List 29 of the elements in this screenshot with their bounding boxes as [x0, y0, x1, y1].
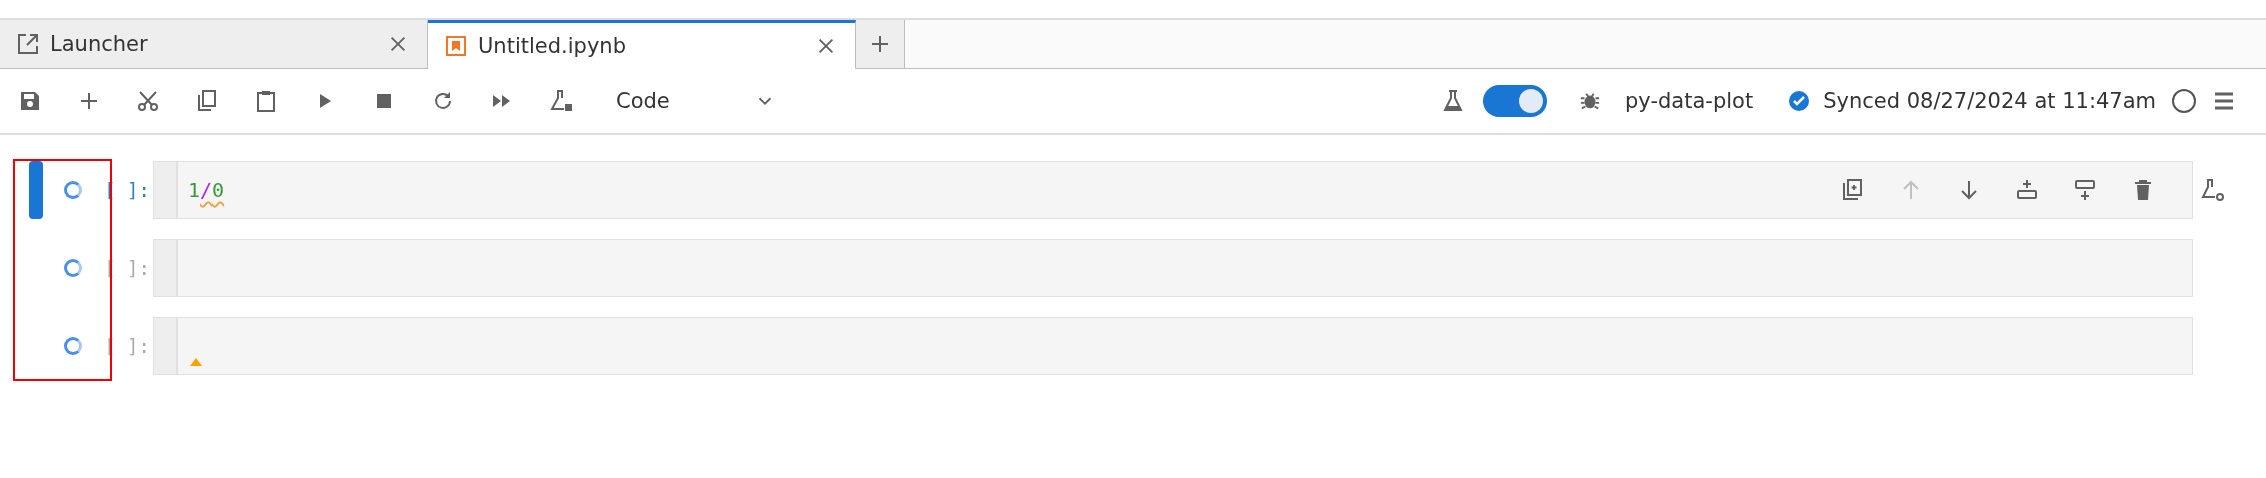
status-ring-icon: [64, 337, 82, 355]
input-gutter: [154, 162, 178, 218]
input-gutter: [154, 240, 178, 296]
launch-icon: [16, 32, 40, 56]
save-icon: [18, 89, 42, 113]
new-tab-button[interactable]: [856, 20, 905, 68]
duplicate-icon: [1841, 178, 1865, 202]
insert-above-icon: [2015, 178, 2039, 202]
status-ring-icon: [64, 181, 82, 199]
insert-below-icon: [2073, 178, 2097, 202]
notebook-icon: [444, 34, 468, 58]
scissors-icon: [136, 89, 160, 113]
check-icon: [1787, 89, 1812, 113]
toggle-switch[interactable]: [1483, 85, 1548, 117]
flask-icon: [549, 89, 573, 113]
tab[interactable]: Launcher: [0, 20, 428, 68]
tab[interactable]: Untitled.ipynb: [428, 20, 856, 69]
kernel-name[interactable]: py-data-plot: [1625, 89, 1754, 113]
copy-icon: [195, 89, 219, 113]
code-line: 1/0: [188, 178, 225, 202]
code-input[interactable]: [153, 317, 2193, 375]
input-gutter: [154, 318, 178, 374]
clipboard-icon: [254, 89, 278, 113]
code-input[interactable]: [153, 239, 2193, 297]
flask-icon: [2201, 178, 2225, 202]
sync-status: Synced 08/27/2024 at 11:47am: [1823, 89, 2156, 113]
cell-type-dropdown[interactable]: Code: [616, 89, 776, 113]
code-input[interactable]: 1/0: [153, 161, 2193, 219]
status-ring-icon: [64, 259, 82, 277]
